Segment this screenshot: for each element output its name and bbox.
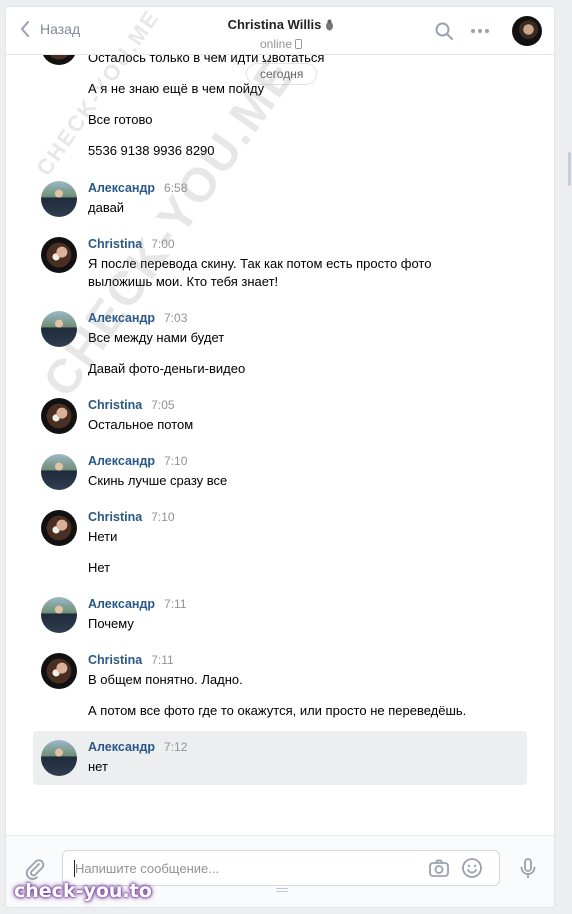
- message-author[interactable]: Александр: [88, 740, 155, 754]
- message-text: 5536 9138 9936 8290: [88, 143, 215, 158]
- message-text: Я после перевода скину. Так как потом ес…: [88, 256, 432, 289]
- message-author[interactable]: Александр: [88, 454, 155, 468]
- emoji-icon[interactable]: [461, 857, 483, 879]
- message-time[interactable]: 7:11: [151, 653, 173, 667]
- message-time[interactable]: 7:10: [164, 454, 187, 468]
- message-group: Александр 7:11 Почему: [33, 597, 527, 633]
- status-text: online: [259, 37, 293, 51]
- message-time[interactable]: 7:03: [164, 311, 187, 325]
- message-author[interactable]: Александр: [88, 597, 155, 611]
- message-time[interactable]: 7:00: [151, 237, 174, 251]
- message-author[interactable]: Александр: [88, 311, 155, 325]
- message-text: Нети: [88, 529, 118, 544]
- message-author[interactable]: Александр: [88, 181, 155, 195]
- message-author[interactable]: Christina: [88, 237, 142, 251]
- avatar[interactable]: [41, 510, 77, 546]
- message-text: А потом все фото где то окажутся, или пр…: [88, 703, 467, 718]
- message-text: Все готово: [88, 112, 153, 127]
- chat-panel: Назад Christina Willis online сегодня Ос…: [5, 6, 555, 908]
- message-history: Осталось только в чем идти Ωвотаться А я…: [6, 29, 554, 835]
- message-time[interactable]: 7:05: [151, 398, 174, 412]
- message-group-selected[interactable]: Александр 7:12 нет: [33, 731, 527, 785]
- paperclip-icon[interactable]: [24, 858, 46, 880]
- message-group: Christina 7:05 Остальное потом: [33, 398, 527, 434]
- status-emoji-icon: [326, 19, 334, 30]
- back-button[interactable]: Назад: [20, 21, 80, 37]
- message-author[interactable]: Christina: [88, 398, 142, 412]
- message-text: Давай фото-деньги-видео: [88, 361, 246, 376]
- message-author[interactable]: Christina: [88, 510, 142, 524]
- message-text: нет: [88, 759, 108, 774]
- message-text: Нет: [88, 560, 111, 575]
- message-text: Все между нами будет: [88, 330, 225, 345]
- avatar[interactable]: [41, 653, 77, 689]
- avatar[interactable]: [41, 398, 77, 434]
- more-icon[interactable]: [470, 21, 490, 41]
- avatar[interactable]: [41, 181, 77, 217]
- message-group: Александр 7:03 Все между нами будет Давай…: [33, 311, 527, 378]
- scrollbar[interactable]: [568, 152, 571, 186]
- message-group: Christina 7:10 Нети Нет: [33, 510, 527, 577]
- message-time[interactable]: 7:10: [151, 510, 174, 524]
- message-text: Остальное потом: [88, 417, 194, 432]
- message-group: Александр 7:10 Скинь лучше сразу все: [33, 454, 527, 490]
- message-text: Почему: [88, 616, 134, 631]
- chevron-left-icon: [21, 21, 29, 37]
- avatar[interactable]: [41, 454, 77, 490]
- avatar[interactable]: [41, 740, 77, 776]
- avatar[interactable]: [41, 237, 77, 273]
- message-group: Christina 7:00 Я после перевода скину. Та…: [33, 237, 527, 291]
- date-separator: сегодня: [246, 63, 318, 85]
- message-text: В общем понятно. Ладно.: [88, 672, 243, 687]
- mobile-icon: [295, 39, 303, 49]
- chat-title-block[interactable]: Christina Willis online: [166, 16, 396, 53]
- chat-title-text: Christina Willis: [227, 17, 322, 32]
- search-icon[interactable]: [434, 21, 454, 41]
- message-time[interactable]: 6:58: [164, 181, 187, 195]
- chat-header: Назад Christina Willis online: [6, 7, 554, 55]
- message-text: Скинь лучше сразу все: [88, 473, 228, 488]
- chat-title: Christina Willis: [228, 17, 335, 32]
- message-input-placeholder: Напишите сообщение...: [75, 861, 220, 876]
- message-author[interactable]: Christina: [88, 653, 142, 667]
- chat-avatar[interactable]: [512, 16, 542, 46]
- microphone-icon[interactable]: [517, 857, 539, 879]
- message-time[interactable]: 7:11: [164, 597, 186, 611]
- message-time[interactable]: 7:12: [164, 740, 187, 754]
- camera-icon[interactable]: [428, 857, 450, 879]
- chat-status: online: [259, 37, 303, 51]
- back-label: Назад: [40, 21, 81, 37]
- message-text: давай: [88, 200, 125, 215]
- resize-handle[interactable]: [276, 888, 288, 892]
- avatar[interactable]: [41, 311, 77, 347]
- avatar[interactable]: [41, 597, 77, 633]
- watermark-bottom: check-you.to: [14, 880, 152, 902]
- text-cursor: [74, 860, 75, 877]
- message-group: Александр 6:58 давай: [33, 181, 527, 217]
- message-group: Christina 7:11 В общем понятно. Ладно. А …: [33, 653, 527, 720]
